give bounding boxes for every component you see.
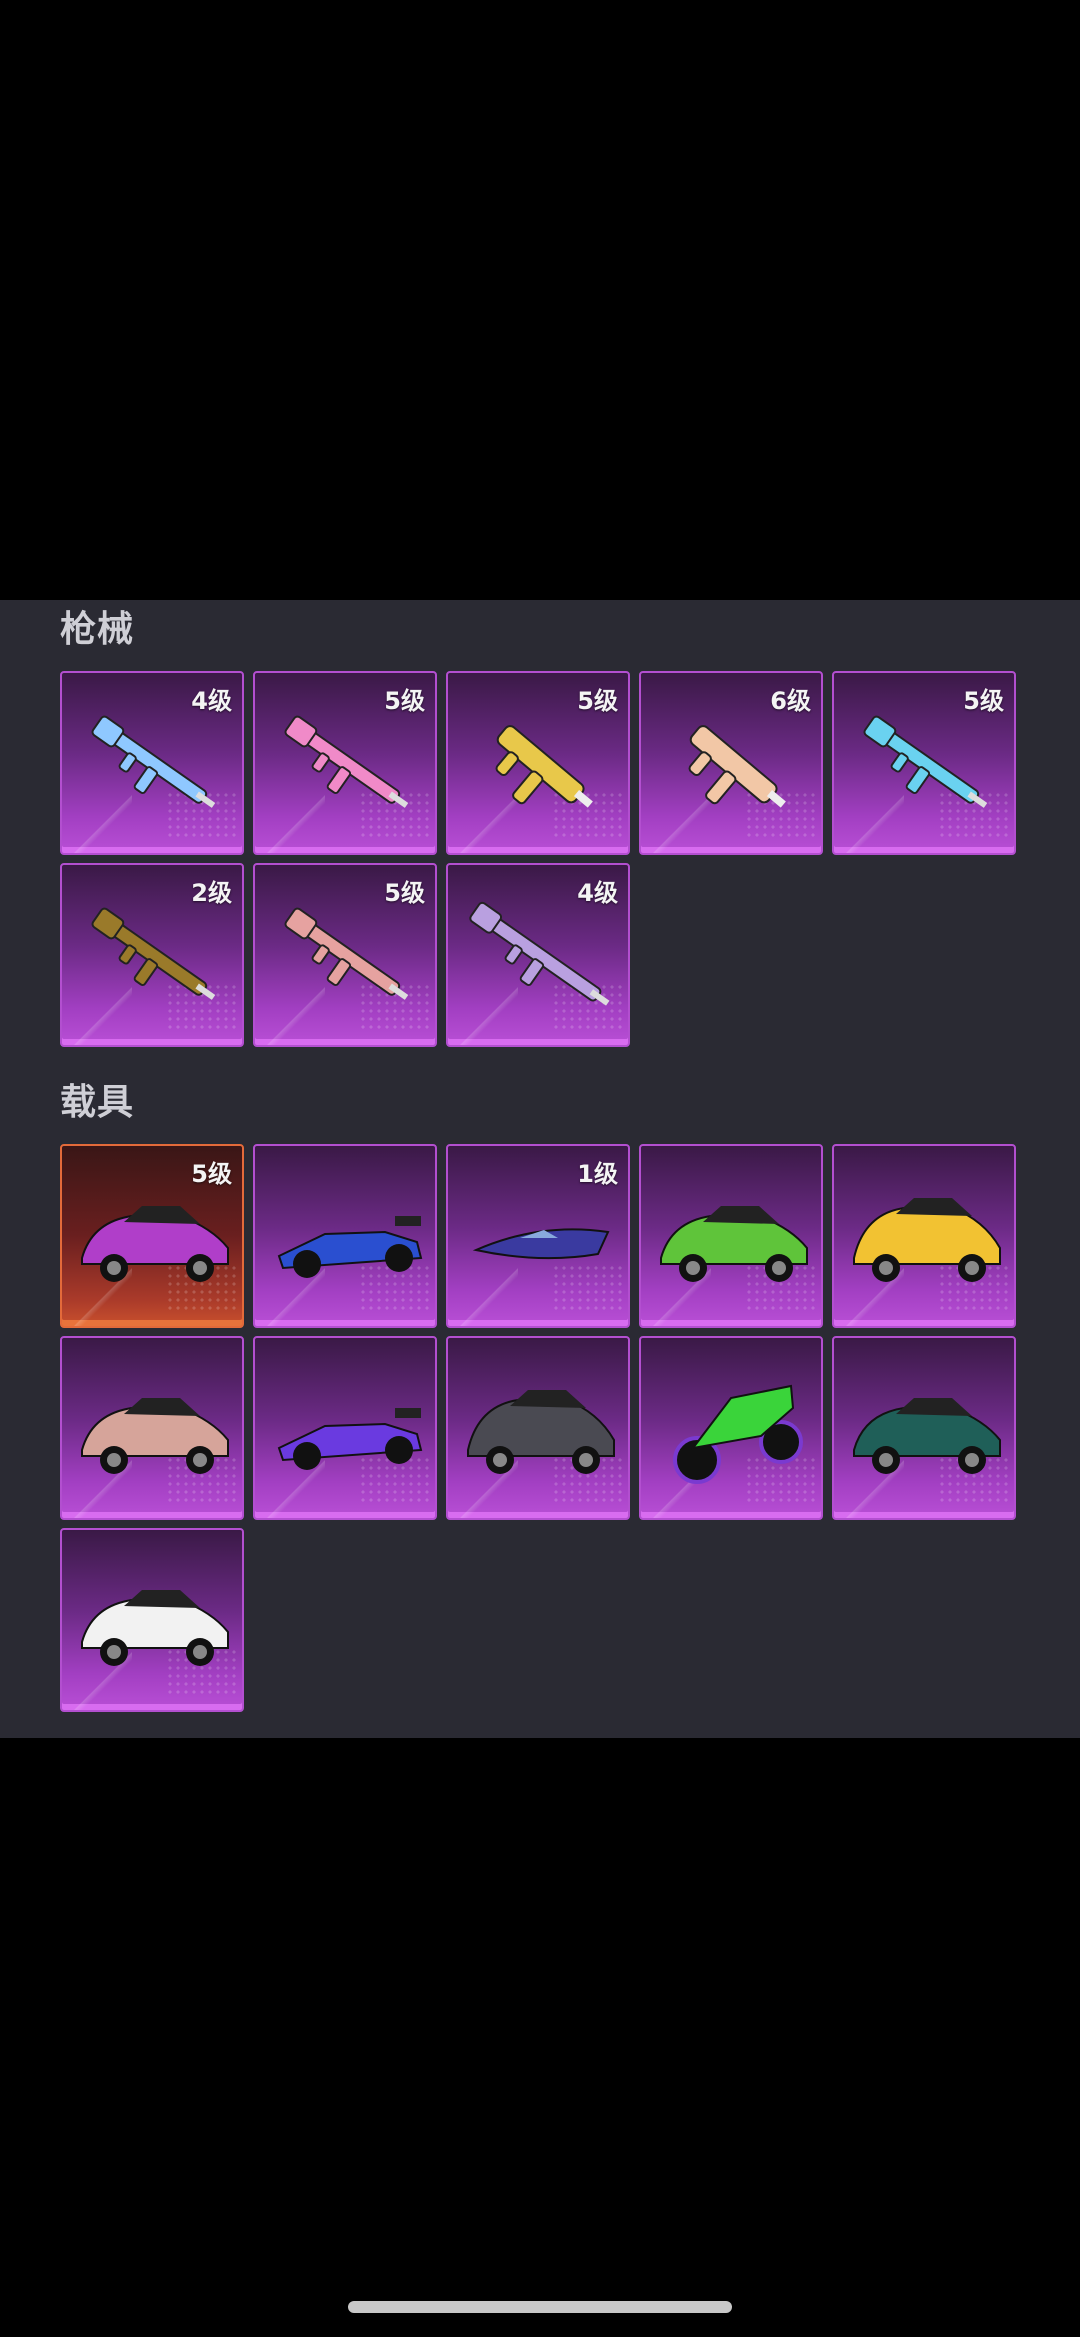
weapon-card[interactable]: 5级 [446, 671, 630, 855]
level-badge: 5级 [577, 687, 618, 715]
level-badge: 5级 [384, 687, 425, 715]
weapon-card[interactable]: 5级 [253, 863, 437, 1047]
level-badge: 5级 [384, 879, 425, 907]
car-icon [660, 1206, 808, 1282]
vehicle-card[interactable] [253, 1336, 437, 1520]
suv-icon [853, 1198, 1001, 1282]
weapon-card[interactable]: 5级 [253, 671, 437, 855]
weapon-card[interactable]: 4级 [60, 671, 244, 855]
motorcycle-icon [673, 1384, 803, 1484]
level-badge: 5级 [963, 687, 1004, 715]
vehicle-card[interactable] [253, 1144, 437, 1328]
weapons-section-title: 枪械 [60, 609, 135, 650]
level-badge: 5级 [191, 1160, 232, 1188]
vehicle-card[interactable] [832, 1144, 1016, 1328]
vehicle-card[interactable] [60, 1528, 244, 1712]
vehicle-card[interactable]: 5级 [60, 1144, 244, 1328]
race-car-icon [277, 1216, 423, 1278]
vehicle-card[interactable] [832, 1336, 1016, 1520]
level-badge: 2级 [191, 879, 232, 907]
car-icon [81, 1398, 229, 1474]
level-badge: 4级 [191, 687, 232, 715]
weapon-card[interactable]: 2级 [60, 863, 244, 1047]
suv-icon [467, 1390, 615, 1474]
level-badge: 1级 [577, 1160, 618, 1188]
vehicle-card[interactable] [446, 1336, 630, 1520]
race-car-icon [277, 1408, 423, 1470]
weapon-card[interactable]: 6级 [639, 671, 823, 855]
vehicles-section-title: 载具 [60, 1082, 135, 1123]
vehicle-card[interactable] [639, 1336, 823, 1520]
car-icon [81, 1590, 229, 1666]
inventory-panel: 枪械 4级 5级 5级 6级 5级 2级 5级 4级 载具 5级 1级 [0, 600, 1080, 1738]
weapon-card[interactable]: 4级 [446, 863, 630, 1047]
level-badge: 6级 [770, 687, 811, 715]
vehicle-card[interactable]: 1级 [446, 1144, 630, 1328]
car-icon [853, 1398, 1001, 1474]
level-badge: 4级 [577, 879, 618, 907]
vehicle-card[interactable] [639, 1144, 823, 1328]
home-indicator[interactable] [348, 2301, 732, 2313]
vehicle-card[interactable] [60, 1336, 244, 1520]
weapon-card[interactable]: 5级 [832, 671, 1016, 855]
